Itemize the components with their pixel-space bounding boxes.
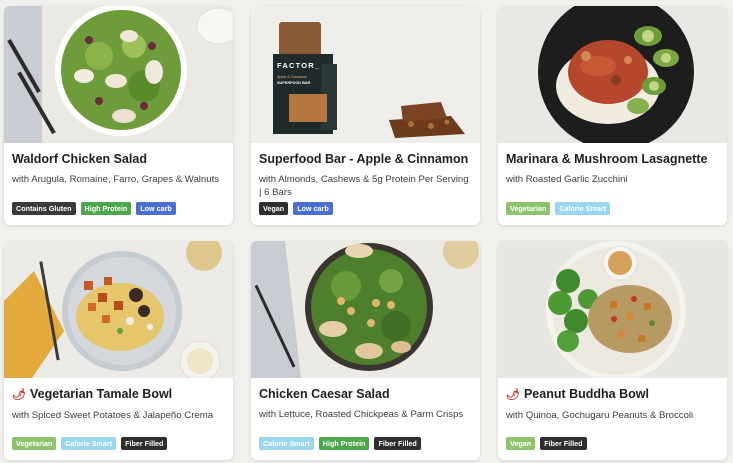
tag-calorie-smart: Calorie Smart (259, 437, 314, 450)
spicy-pepper-icon: 🌶 (12, 389, 26, 401)
tag-calorie-smart: Calorie Smart (61, 437, 117, 450)
meal-image (4, 241, 233, 378)
meal-image: FACTOR_ Apple & Cinnamon SUPERFOOD BAR (251, 6, 480, 143)
meal-card-waldorf-chicken-salad[interactable]: Waldorf Chicken Salad with Arugula, Roma… (4, 6, 233, 225)
meal-tags: Vegetarian Calorie Smart Fiber Filled (12, 437, 168, 450)
meal-description: with Spiced Sweet Potatoes & Jalapeño Cr… (12, 410, 214, 421)
meal-title[interactable]: Chicken Caesar Salad (259, 387, 472, 402)
tag-fiber-filled: Fiber Filled (540, 437, 587, 450)
tag-high-protein: High Protein (80, 202, 132, 215)
meal-tags: Calorie Smart High Protein Fiber Filled (259, 437, 421, 450)
package-product-text: SUPERFOOD BAR (277, 81, 311, 85)
meal-description: with Quinoa, Gochugaru Peanuts & Broccol… (506, 410, 694, 421)
meal-description: with Lettuce, Roasted Chickpeas & Parm C… (259, 409, 464, 420)
tag-fiber-filled: Fiber Filled (121, 437, 168, 450)
tag-high-protein: High Protein (318, 437, 370, 450)
meal-image (498, 241, 727, 378)
meal-image (251, 241, 480, 378)
tag-contains-gluten: Contains Gluten (12, 202, 76, 215)
meal-image (4, 6, 233, 143)
tag-vegan: Vegan (259, 202, 289, 215)
tag-vegetarian: Vegetarian (506, 202, 551, 215)
tag-fiber-filled: Fiber Filled (374, 437, 421, 450)
brand-logo-text: FACTOR_ (277, 61, 320, 70)
meal-card-marinara-mushroom-lasagnette[interactable]: Marinara & Mushroom Lasagnette with Roas… (498, 6, 727, 225)
meal-image (498, 6, 727, 143)
meal-title[interactable]: 🌶 Peanut Buddha Bowl (506, 387, 719, 403)
tag-vegan: Vegan (506, 437, 536, 450)
tag-low-carb: Low carb (293, 202, 333, 215)
meal-description: with Arugula, Romaine, Farro, Grapes & W… (12, 174, 220, 185)
meal-title[interactable]: 🌶 Vegetarian Tamale Bowl (12, 387, 225, 403)
tag-vegetarian: Vegetarian (12, 437, 57, 450)
meal-title[interactable]: Waldorf Chicken Salad (12, 152, 225, 167)
meal-title[interactable]: Superfood Bar - Apple & Cinnamon (259, 152, 472, 167)
meal-card-superfood-bar[interactable]: FACTOR_ Apple & Cinnamon SUPERFOOD BAR S… (251, 6, 480, 225)
meal-description: with Roasted Garlic Zucchini (506, 174, 628, 185)
meal-tags: Vegan Fiber Filled (506, 437, 587, 450)
meal-tags: Vegan Low carb (259, 202, 333, 215)
meal-card-chicken-caesar-salad[interactable]: Chicken Caesar Salad with Lettuce, Roast… (251, 241, 480, 460)
meal-description: with Almonds, Cashews & 5g Protein Per S… (259, 174, 469, 198)
spicy-pepper-icon: 🌶 (506, 389, 520, 401)
meal-tags: Contains Gluten High Protein Low carb (12, 202, 176, 215)
meal-card-vegetarian-tamale-bowl[interactable]: 🌶 Vegetarian Tamale Bowl with Spiced Swee… (4, 241, 233, 460)
package-flavor-text: Apple & Cinnamon (277, 75, 307, 79)
tag-calorie-smart: Calorie Smart (555, 202, 611, 215)
meal-title[interactable]: Marinara & Mushroom Lasagnette (506, 152, 719, 167)
meal-card-peanut-buddha-bowl[interactable]: 🌶 Peanut Buddha Bowl with Quinoa, Gochuga… (498, 241, 727, 460)
meal-tags: Vegetarian Calorie Smart (506, 202, 611, 215)
tag-low-carb: Low carb (136, 202, 176, 215)
